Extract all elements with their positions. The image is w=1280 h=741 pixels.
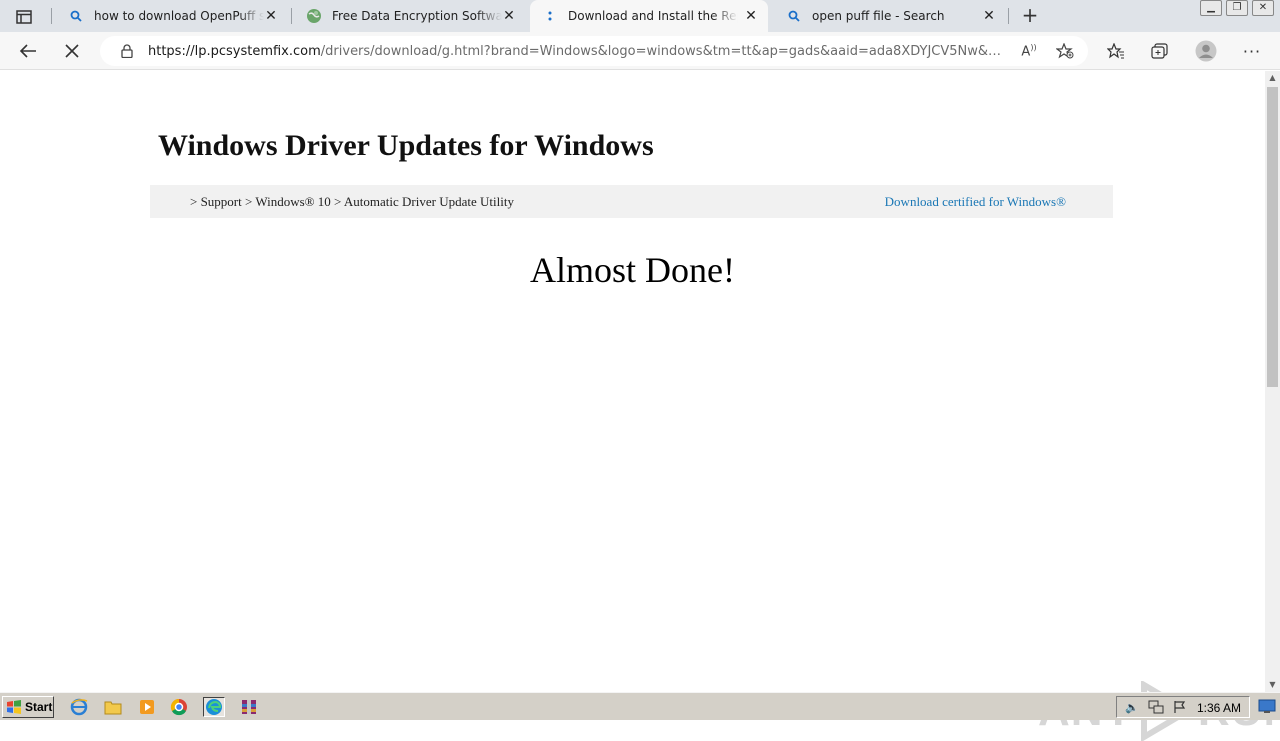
page-viewport: Windows Driver Updates for Windows > Sup… <box>0 71 1280 741</box>
new-tab-button[interactable]: + <box>1018 4 1042 28</box>
back-arrow-icon <box>19 44 36 58</box>
clock[interactable]: 1:36 AM <box>1197 701 1241 715</box>
tab-close-icon[interactable]: ✕ <box>744 9 758 23</box>
tab-separator <box>51 8 52 24</box>
globe-icon <box>306 8 322 24</box>
browser-toolbar: https://lp.pcsystemfix.com/drivers/downl… <box>0 32 1280 70</box>
taskbar-chrome-icon[interactable] <box>168 697 190 717</box>
tab-separator <box>1008 8 1009 24</box>
loading-icon <box>542 8 558 24</box>
url-domain: https://lp.pcsystemfix.com <box>148 43 321 59</box>
tab-openpuff-search[interactable]: how to download OpenPuff sof ✕ <box>56 0 288 32</box>
back-button[interactable] <box>14 38 42 64</box>
tab-download-install-repair[interactable]: Download and Install the Repair ✕ <box>530 0 768 32</box>
window-controls: ▁ ❐ ✕ <box>1196 0 1274 16</box>
taskbar-ie-icon[interactable] <box>68 697 90 717</box>
action-center-flag-icon[interactable] <box>1171 699 1189 715</box>
search-icon <box>786 8 802 24</box>
favorites-button[interactable] <box>1102 38 1130 64</box>
tab-open-puff-file-search[interactable]: open puff file - Search ✕ <box>774 0 1006 32</box>
scroll-down-arrow-icon[interactable]: ▼ <box>1265 678 1280 692</box>
tab-title: open puff file - Search <box>812 9 945 23</box>
taskbar: Start 🔈 1:36 AM <box>0 692 1280 720</box>
add-favorite-icon[interactable] <box>1055 42 1074 59</box>
tab-strip: how to download OpenPuff sof ✕ Free Data… <box>0 0 1280 32</box>
tab-separator <box>291 8 292 24</box>
breadcrumb-bar: > Support > Windows® 10 > Automatic Driv… <box>150 185 1113 218</box>
tab-free-data-encryption[interactable]: Free Data Encryption Software - ✕ <box>294 0 526 32</box>
vertical-scrollbar[interactable]: ▲ ▼ <box>1265 71 1280 692</box>
restore-button[interactable]: ❐ <box>1226 0 1248 16</box>
url-path: /drivers/download/g.html?brand=Windows&l… <box>320 43 1008 59</box>
page-title: Windows Driver Updates for Windows <box>158 129 654 162</box>
scroll-thumb[interactable] <box>1267 87 1278 387</box>
read-aloud-icon[interactable]: A)) <box>1020 43 1038 59</box>
scroll-up-arrow-icon[interactable]: ▲ <box>1265 71 1280 85</box>
system-tray: 🔈 1:36 AM <box>1116 696 1250 718</box>
tab-actions-icon <box>16 10 32 24</box>
breadcrumb: > Support > Windows® 10 > Automatic Driv… <box>190 194 514 209</box>
close-window-button[interactable]: ✕ <box>1252 0 1274 16</box>
avatar-icon <box>1195 40 1217 62</box>
taskbar-explorer-icon[interactable] <box>102 697 124 717</box>
network-icon[interactable] <box>1147 699 1165 715</box>
favorites-icon <box>1107 43 1124 59</box>
tab-title: how to download OpenPuff sof <box>94 9 264 23</box>
collections-icon <box>1151 43 1168 59</box>
taskbar-edge-icon[interactable] <box>203 697 225 717</box>
windows-logo-icon <box>7 700 21 714</box>
settings-more-button[interactable]: ··· <box>1238 38 1266 64</box>
more-dots-icon: ··· <box>1242 41 1262 61</box>
stop-loading-button[interactable] <box>58 38 86 64</box>
tab-actions-button[interactable] <box>10 6 38 28</box>
volume-icon[interactable]: 🔈 <box>1123 699 1141 715</box>
tab-title: Download and Install the Repair <box>568 9 738 23</box>
tab-title: Free Data Encryption Software - <box>332 9 502 23</box>
profile-button[interactable] <box>1192 38 1220 64</box>
start-button[interactable]: Start <box>2 696 54 718</box>
show-desktop-icon[interactable] <box>1258 698 1276 714</box>
taskbar-media-player-icon[interactable] <box>136 697 158 717</box>
search-icon <box>68 8 84 24</box>
download-certified-link[interactable]: Download certified for Windows® <box>885 194 1066 210</box>
tab-close-icon[interactable]: ✕ <box>982 9 996 23</box>
address-bar[interactable]: https://lp.pcsystemfix.com/drivers/downl… <box>100 36 1088 66</box>
start-label: Start <box>25 700 53 714</box>
minimize-button[interactable]: ▁ <box>1200 0 1222 16</box>
taskbar-winrar-icon[interactable] <box>238 697 260 717</box>
collections-button[interactable] <box>1146 38 1174 64</box>
almost-done-heading: Almost Done! <box>530 250 735 290</box>
url-text[interactable]: https://lp.pcsystemfix.com/drivers/downl… <box>148 44 1008 59</box>
tab-close-icon[interactable]: ✕ <box>264 9 278 23</box>
lock-icon[interactable] <box>118 44 136 58</box>
tab-close-icon[interactable]: ✕ <box>502 9 516 23</box>
stop-x-icon <box>65 44 79 58</box>
